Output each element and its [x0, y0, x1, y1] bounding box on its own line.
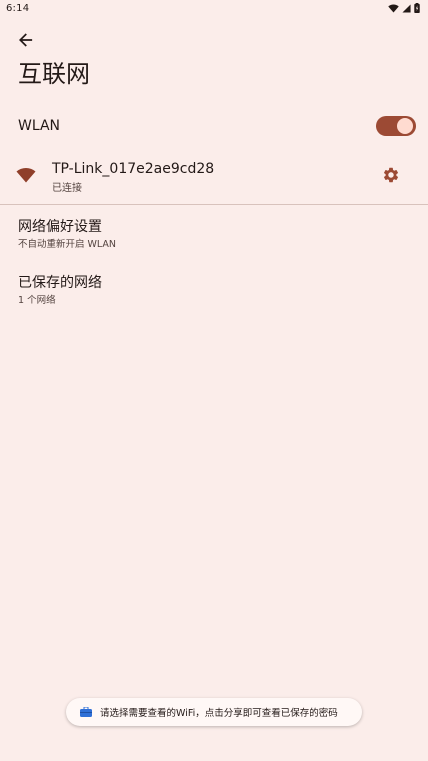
- network-ssid: TP-Link_017e2ae9cd28: [52, 161, 215, 177]
- status-icons: [388, 3, 420, 13]
- wifi-icon: [16, 167, 36, 183]
- page-title: 互联网: [18, 60, 90, 88]
- battery-icon: [414, 3, 420, 13]
- divider: [0, 204, 428, 205]
- network-preferences-row[interactable]: 网络偏好设置 不自动重新开启 WLAN: [0, 212, 428, 256]
- cell-signal-icon: [402, 3, 411, 13]
- back-button[interactable]: [13, 28, 39, 52]
- toast-message: 请选择需要查看的WiFi，点击分享即可查看已保存的密码: [66, 698, 362, 726]
- saved-networks-subtitle: 1 个网络: [18, 295, 56, 306]
- arrow-back-icon: [19, 33, 33, 47]
- toolbox-icon: [80, 707, 92, 717]
- toast-text: 请选择需要查看的WiFi，点击分享即可查看已保存的密码: [100, 708, 338, 719]
- gear-icon[interactable]: [382, 166, 400, 184]
- status-time: 6:14: [6, 3, 30, 14]
- saved-networks-row[interactable]: 已保存的网络 1 个网络: [0, 268, 428, 312]
- network-status: 已连接: [52, 183, 82, 194]
- wlan-toggle-row[interactable]: WLAN: [0, 108, 428, 144]
- saved-networks-title: 已保存的网络: [18, 275, 102, 291]
- network-preferences-title: 网络偏好设置: [18, 219, 102, 235]
- connected-network-row[interactable]: TP-Link_017e2ae9cd28 已连接: [0, 152, 428, 200]
- wifi-signal-icon: [388, 3, 399, 13]
- status-bar: 6:14: [0, 0, 428, 18]
- wlan-switch[interactable]: [376, 116, 416, 136]
- wlan-label: WLAN: [18, 118, 61, 134]
- network-preferences-subtitle: 不自动重新开启 WLAN: [18, 239, 117, 250]
- switch-knob: [397, 118, 413, 134]
